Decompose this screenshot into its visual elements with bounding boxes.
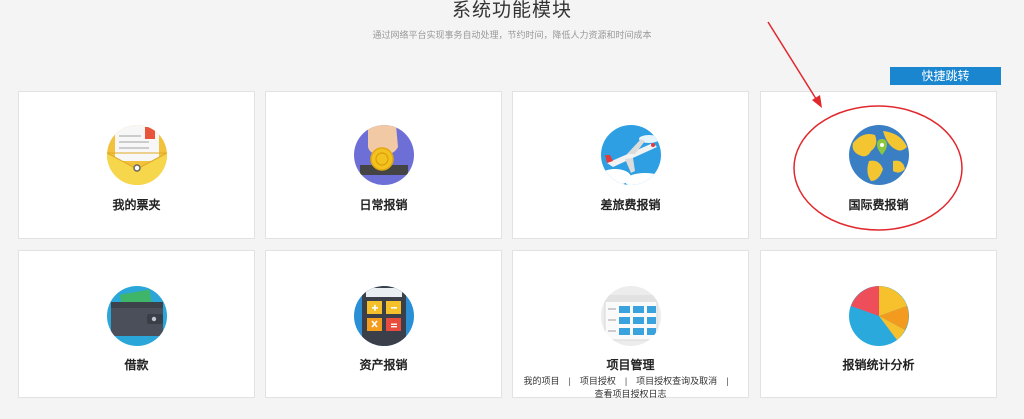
module-card-statistics-analysis[interactable]: 报销统计分析	[760, 250, 997, 398]
module-card-travel-reimbursement[interactable]: 差旅费报销	[512, 91, 749, 239]
separator: |	[568, 376, 571, 386]
module-label: 项目管理	[606, 358, 655, 372]
link-authorization-query-cancel[interactable]: 项目授权查询及取消	[636, 376, 717, 386]
module-label: 借款	[124, 358, 149, 372]
module-card-loan[interactable]: 借款	[18, 250, 255, 398]
module-card-project-management[interactable]: 项目管理 我的项目 | 项目授权 | 项目授权查询及取消 | 查看项目授权日志	[512, 250, 749, 401]
calculator-icon	[354, 286, 414, 346]
coin-hand-icon	[354, 125, 414, 185]
page-title: 系统功能模块	[451, 0, 572, 21]
project-sublinks: 我的项目 | 项目授权 | 项目授权查询及取消 | 查看项目授权日志	[513, 375, 748, 401]
module-label: 资产报销	[359, 358, 408, 372]
separator: |	[624, 376, 628, 386]
invoice-folder-icon	[107, 125, 167, 185]
page-subtitle: 通过网络平台实现事务自动处理，节约时间，降低人力资源和时间成本	[372, 30, 652, 40]
link-my-projects[interactable]: 我的项目	[523, 376, 559, 386]
pie-chart-icon	[849, 286, 909, 346]
module-card-asset-reimbursement[interactable]: 资产报销	[265, 250, 502, 398]
link-authorization-log[interactable]: 查看项目授权日志	[594, 389, 666, 399]
separator: |	[726, 376, 729, 386]
module-card-daily-reimbursement[interactable]: 日常报销	[265, 91, 502, 239]
project-grid-icon	[601, 286, 661, 346]
module-label: 差旅费报销	[600, 198, 661, 212]
module-card-international-reimbursement[interactable]: 国际费报销	[760, 91, 997, 239]
globe-icon	[849, 125, 909, 185]
module-label: 国际费报销	[848, 198, 909, 212]
link-project-authorization[interactable]: 项目授权	[580, 376, 616, 386]
wallet-icon	[107, 286, 167, 346]
quick-jump-button[interactable]: 快捷跳转	[890, 67, 1001, 85]
module-card-my-invoice-folder[interactable]: 我的票夹	[18, 91, 255, 239]
module-label: 日常报销	[359, 198, 408, 212]
module-label: 报销统计分析	[842, 358, 915, 372]
module-label: 我的票夹	[112, 198, 161, 212]
airplane-icon	[601, 125, 661, 185]
